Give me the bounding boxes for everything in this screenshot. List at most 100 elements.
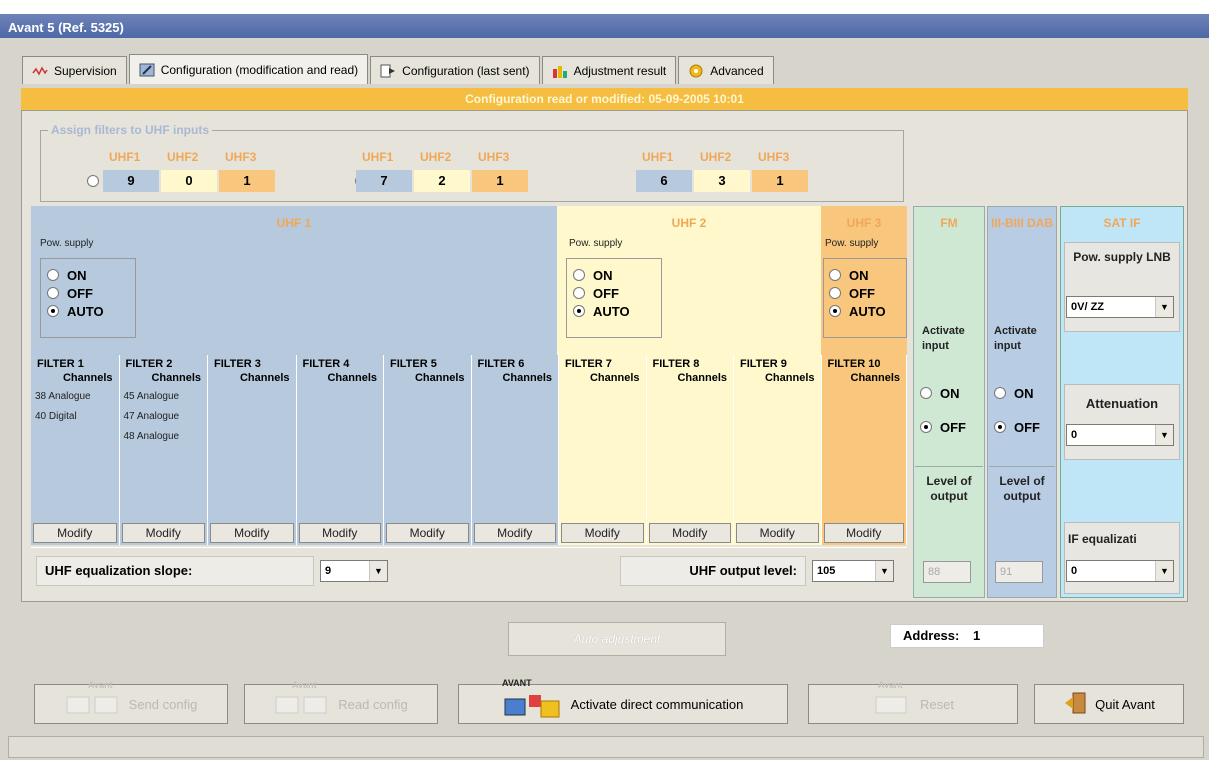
fm-off[interactable]: OFF — [920, 418, 966, 436]
quit-button[interactable]: Quit Avant — [1034, 684, 1184, 724]
send-config-button[interactable]: Send config — [34, 684, 228, 724]
uhf2-pow-auto[interactable]: AUTO — [573, 302, 630, 320]
assign-option-3-uhf3: 1 — [752, 170, 808, 192]
uhf1-pow-auto[interactable]: AUTO — [47, 302, 104, 320]
uhf3-pow-on[interactable]: ON — [829, 266, 907, 284]
sat-eq-select[interactable]: 0 ▼ — [1066, 560, 1174, 582]
radio-icon[interactable] — [47, 305, 59, 317]
dab-title: III-BIII DAB — [991, 216, 1053, 230]
radio-icon[interactable] — [573, 269, 585, 281]
dab-on[interactable]: ON — [994, 384, 1034, 402]
assign-option-1-radio[interactable] — [87, 175, 99, 187]
modify-button-5[interactable]: Modify — [386, 523, 469, 543]
assign-option-1-uhf1: 9 — [103, 170, 159, 192]
filter-name: FILTER 6 — [477, 358, 525, 370]
send-config-icon — [65, 689, 121, 720]
outlevel-select[interactable]: 105 ▼ — [812, 560, 894, 582]
fm-on[interactable]: ON — [920, 384, 960, 402]
fm-level-field[interactable]: 88 — [923, 561, 971, 583]
uhf1-pow-options: ON OFF AUTO — [47, 266, 104, 320]
uhf1-pow-label: Pow. supply — [40, 238, 94, 249]
chevron-down-icon[interactable]: ▼ — [1155, 297, 1173, 317]
communication-icon — [503, 687, 563, 722]
uhf3-pow-off[interactable]: OFF — [829, 284, 907, 302]
radio-icon[interactable] — [920, 421, 932, 433]
fm-divider — [915, 466, 983, 467]
radio-icon[interactable] — [573, 305, 585, 317]
modify-button-10[interactable]: Modify — [823, 523, 905, 543]
slope-select[interactable]: 9 ▼ — [320, 560, 388, 582]
read-config-label: Read config — [338, 696, 408, 712]
uhf1-pow-on[interactable]: ON — [47, 266, 104, 284]
filter-column-1: FILTER 1 Channels 38 Analogue 40 Digital Mod… — [31, 355, 120, 545]
tab-strip: Supervision Configuration (modification … — [22, 54, 776, 84]
filter-channel-item: 45 Analogue — [123, 391, 180, 402]
uhf2-pow-off[interactable]: OFF — [573, 284, 630, 302]
chevron-down-icon[interactable]: ▼ — [1155, 561, 1173, 581]
uhf1-pow-off[interactable]: OFF — [47, 284, 104, 302]
filter-channels-label: Channels — [239, 372, 290, 384]
filter-name: FILTER 9 — [740, 358, 787, 370]
sat-att-label: Attenuation — [1085, 396, 1159, 411]
dab-off[interactable]: OFF — [994, 418, 1040, 436]
filter-channel-item: 47 Analogue — [123, 411, 180, 422]
filter-title: FILTER 6 Channels — [472, 355, 559, 387]
chevron-down-icon[interactable]: ▼ — [1155, 425, 1173, 445]
modify-button-9[interactable]: Modify — [736, 523, 819, 543]
modify-button-4[interactable]: Modify — [298, 523, 381, 543]
slope-label: UHF equalization slope: — [36, 556, 314, 586]
status-bar — [8, 736, 1204, 758]
chevron-down-icon[interactable]: ▼ — [369, 561, 387, 581]
filter-channel-item: 48 Analogue — [123, 431, 180, 442]
dab-section — [987, 206, 1057, 598]
sat-pow-select[interactable]: 0V/ ZZ ▼ — [1066, 296, 1174, 318]
radio-icon[interactable] — [920, 387, 932, 399]
uhf2-pow-on[interactable]: ON — [573, 266, 630, 284]
reset-button[interactable]: Reset — [808, 684, 1018, 724]
modify-button-7[interactable]: Modify — [561, 523, 644, 543]
radio-icon[interactable] — [994, 387, 1006, 399]
tab-label: Configuration (last sent) — [402, 63, 530, 78]
modify-button-1[interactable]: Modify — [33, 523, 117, 543]
dab-level-field[interactable]: 91 — [995, 561, 1043, 583]
option-label: AUTO — [67, 303, 104, 319]
reset-icon — [872, 689, 912, 720]
option-label: OFF — [1014, 419, 1040, 435]
uhf3-header: UHF3 — [758, 150, 790, 164]
option-label: OFF — [849, 285, 875, 301]
read-config-icon — [274, 689, 330, 720]
tab-adjustment-result[interactable]: Adjustment result — [541, 56, 677, 84]
read-config-button[interactable]: Read config — [244, 684, 438, 724]
radio-icon[interactable] — [47, 287, 59, 299]
sat-att-select[interactable]: 0 ▼ — [1066, 424, 1174, 446]
modify-button-2[interactable]: Modify — [121, 523, 205, 543]
uhf2-pow-options: ON OFF AUTO — [573, 266, 630, 320]
filter-name: FILTER 4 — [302, 358, 350, 370]
auto-adjust-button[interactable]: Auto adjustment — [508, 622, 726, 656]
reset-avant-label: Avant — [878, 680, 903, 690]
radio-icon[interactable] — [47, 269, 59, 281]
modify-button-3[interactable]: Modify — [210, 523, 294, 543]
uhf3-pow-auto[interactable]: AUTO — [829, 302, 907, 320]
send-arrow-icon — [380, 64, 396, 78]
modify-button-6[interactable]: Modify — [473, 523, 556, 543]
radio-icon[interactable] — [573, 287, 585, 299]
modify-button-8[interactable]: Modify — [648, 523, 731, 543]
activate-communication-button[interactable]: Activate direct communication — [458, 684, 788, 724]
radio-icon[interactable] — [829, 287, 841, 299]
filter-title: FILTER 3 Channels — [208, 355, 296, 387]
radio-icon[interactable] — [829, 269, 841, 281]
activate-communication-label: Activate direct communication — [570, 696, 744, 712]
waveform-icon — [32, 64, 48, 78]
tab-configuration-modification[interactable]: Configuration (modification and read) — [128, 54, 369, 84]
filter-column-8: FILTER 8 Channels Modify — [646, 355, 734, 545]
tab-configuration-last-sent[interactable]: Configuration (last sent) — [370, 56, 540, 84]
radio-icon[interactable] — [994, 421, 1006, 433]
chevron-down-icon[interactable]: ▼ — [875, 561, 893, 581]
assign-option-3-uhf2: 3 — [694, 170, 750, 192]
tab-advanced[interactable]: Advanced — [678, 56, 774, 84]
tab-supervision[interactable]: Supervision — [22, 56, 127, 84]
option-label: AUTO — [849, 303, 886, 319]
radio-icon[interactable] — [829, 305, 841, 317]
filter-name: FILTER 7 — [565, 358, 612, 370]
